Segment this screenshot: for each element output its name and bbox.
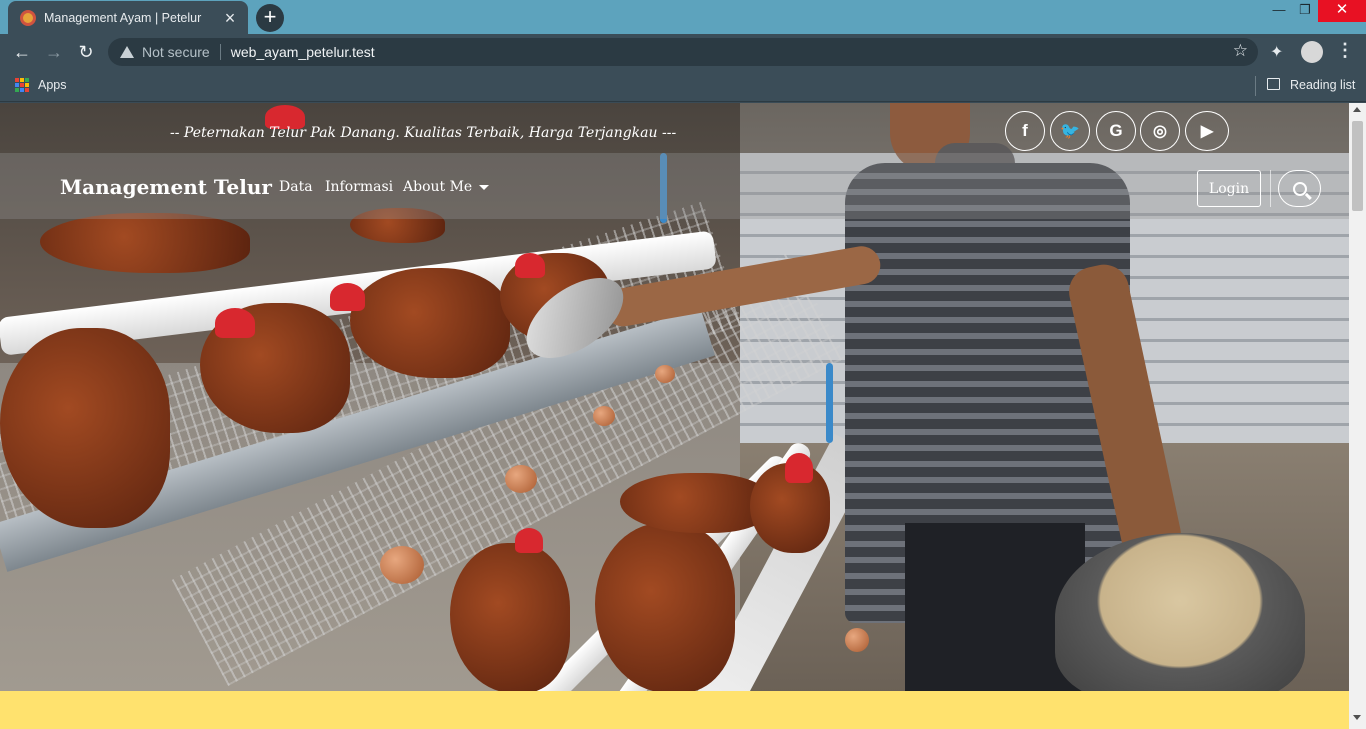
feed-bucket xyxy=(1055,533,1305,691)
egg xyxy=(380,546,424,584)
browser-toolbar: ← → ↻ Not secure web_ayam_petelur.test ☆… xyxy=(0,34,1366,70)
not-secure-label: Not secure xyxy=(142,44,210,60)
hen-comb xyxy=(330,283,365,311)
bookmarks-bar: Apps Reading list xyxy=(0,70,1366,102)
window-maximize-button[interactable]: ❐ xyxy=(1288,0,1322,22)
url-text[interactable]: web_ayam_petelur.test xyxy=(231,44,375,60)
nav-dropdown-about[interactable]: About Me xyxy=(403,179,490,195)
instagram-icon[interactable]: ◎ xyxy=(1140,111,1180,151)
site-tagline: -- Peternakan Telur Pak Danang. Kualitas… xyxy=(170,125,677,141)
browser-titlebar: Management Ayam | Petelur × + — ❐ ✕ xyxy=(0,0,1366,34)
extensions-puzzle-icon[interactable]: ✦ xyxy=(1270,42,1283,62)
hen-comb xyxy=(515,528,543,553)
hen-comb xyxy=(785,453,813,483)
reading-list-icon[interactable] xyxy=(1267,78,1280,90)
omnibox-divider xyxy=(219,44,221,60)
hen xyxy=(620,473,770,533)
egg xyxy=(655,365,675,383)
back-arrow-icon[interactable]: ← xyxy=(10,40,34,64)
page-viewport: -- Peternakan Telur Pak Danang. Kualitas… xyxy=(0,103,1349,729)
search-icon xyxy=(1292,181,1307,196)
window-close-button[interactable]: ✕ xyxy=(1318,0,1366,22)
tab-title: Management Ayam | Petelur xyxy=(44,10,202,25)
facebook-icon[interactable]: f xyxy=(1005,111,1045,151)
apps-bookmark-label[interactable]: Apps xyxy=(38,78,67,92)
scroll-thumb[interactable] xyxy=(1352,121,1363,211)
nav-link-informasi[interactable]: Informasi xyxy=(325,179,393,195)
blue-water-pipe xyxy=(826,363,833,443)
hen-comb xyxy=(215,308,255,338)
bookmarks-divider xyxy=(1255,76,1256,96)
apps-grid-icon[interactable] xyxy=(15,78,29,92)
address-bar[interactable]: Not secure web_ayam_petelur.test ☆ xyxy=(108,38,1258,66)
google-icon[interactable]: G xyxy=(1096,111,1136,151)
warning-icon xyxy=(120,46,134,58)
new-tab-button[interactable]: + xyxy=(256,4,284,32)
scroll-up-arrow-icon[interactable] xyxy=(1353,107,1361,112)
egg xyxy=(593,406,615,426)
nav-link-data[interactable]: Data xyxy=(279,179,313,195)
browser-tab-active[interactable]: Management Ayam | Petelur × xyxy=(8,1,248,34)
forward-arrow-icon[interactable]: → xyxy=(42,40,66,64)
tab-favicon-icon xyxy=(20,9,36,26)
hen xyxy=(595,523,735,691)
caret-down-icon xyxy=(479,184,490,190)
browser-menu-icon[interactable]: ⋮ xyxy=(1336,40,1354,61)
egg xyxy=(505,465,537,493)
hen xyxy=(450,543,570,691)
bookmark-star-icon[interactable]: ☆ xyxy=(1233,41,1248,61)
nav-about-label: About Me xyxy=(403,179,473,195)
reload-icon[interactable]: ↻ xyxy=(74,40,98,64)
hero-image: -- Peternakan Telur Pak Danang. Kualitas… xyxy=(0,103,1349,691)
scroll-down-arrow-icon[interactable] xyxy=(1353,715,1361,720)
site-brand[interactable]: Management Telur xyxy=(60,175,272,199)
egg xyxy=(845,628,869,652)
navbar-divider xyxy=(1270,170,1271,207)
reading-list-label[interactable]: Reading list xyxy=(1290,78,1355,92)
twitter-icon[interactable]: 🐦 xyxy=(1050,111,1090,151)
content-section-band xyxy=(0,691,1349,729)
hen-comb xyxy=(515,253,545,278)
search-button[interactable] xyxy=(1278,170,1321,207)
page-scrollbar[interactable] xyxy=(1349,103,1366,729)
tab-close-icon[interactable]: × xyxy=(222,9,238,27)
login-button[interactable]: Login xyxy=(1197,170,1261,207)
youtube-icon[interactable]: ▶ xyxy=(1185,111,1229,151)
profile-avatar[interactable] xyxy=(1301,41,1323,63)
